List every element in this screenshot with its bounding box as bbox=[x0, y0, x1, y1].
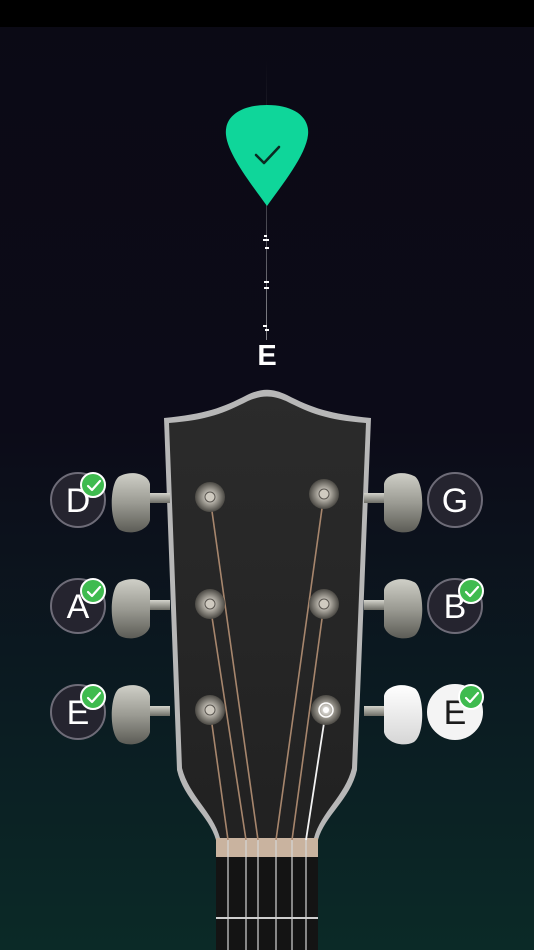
tuned-check-icon bbox=[80, 578, 106, 604]
string-button-g[interactable]: G bbox=[427, 472, 483, 528]
string-label: G bbox=[441, 482, 469, 520]
tuned-check-icon bbox=[80, 472, 106, 498]
status-bar bbox=[0, 0, 534, 27]
current-note-label: E bbox=[257, 340, 277, 372]
tuned-check-icon bbox=[458, 684, 484, 710]
guitar-headstock bbox=[111, 389, 423, 950]
tuned-check-icon bbox=[458, 578, 484, 604]
tuned-check-icon bbox=[80, 684, 106, 710]
pitch-trace bbox=[263, 235, 269, 331]
guitar-pick-indicator bbox=[225, 105, 309, 206]
